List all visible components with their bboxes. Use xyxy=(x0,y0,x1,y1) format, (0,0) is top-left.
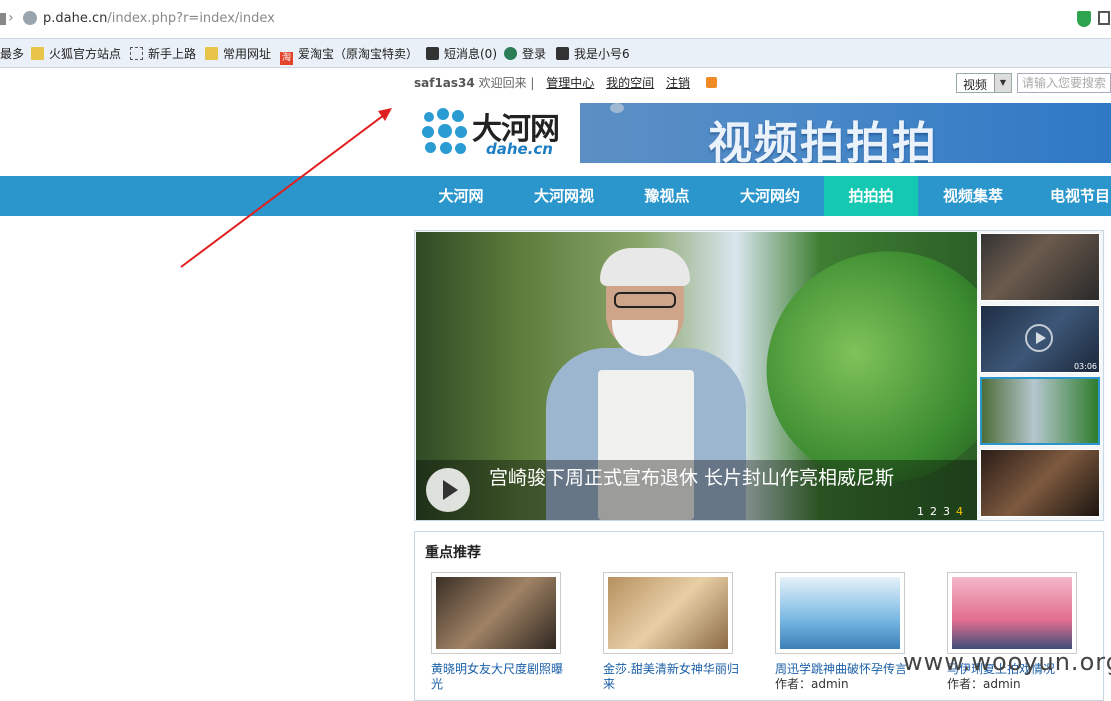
card-thumbnail[interactable] xyxy=(947,572,1077,654)
browser-address-bar: › p.dahe.cn/index.php?r=index/index xyxy=(0,0,1111,39)
chevron-right-icon: › xyxy=(8,10,14,26)
recommend-card[interactable]: 黄晓明女友大尺度剧照曝光 xyxy=(431,572,571,692)
banner-title: 视频拍拍拍 xyxy=(708,118,938,163)
section-title: 重点推荐 xyxy=(425,545,481,561)
user-icon xyxy=(556,47,569,60)
nav-item-dahe-date[interactable]: 大河网约 xyxy=(728,176,812,216)
user-bar: saf1as34 欢迎回来 | 管理中心 我的空间 注销 xyxy=(414,74,717,91)
page-2[interactable]: 2 xyxy=(930,505,943,518)
card-title[interactable]: 黄晓明女友大尺度剧照曝光 xyxy=(431,662,571,692)
bookmark-new-user[interactable]: 新手上路 xyxy=(130,45,196,61)
bookmark-alt-account[interactable]: 我是小号6 xyxy=(556,45,630,61)
play-icon[interactable] xyxy=(426,468,470,512)
nav-item-dahe[interactable]: 大河网 xyxy=(424,176,498,216)
video-duration: 03:06 xyxy=(1073,362,1097,371)
mail-icon xyxy=(426,47,439,60)
page-1[interactable]: 1 xyxy=(917,505,930,518)
card-thumbnail[interactable] xyxy=(603,572,733,654)
card-author: 作者：admin xyxy=(775,677,849,691)
link-my-space[interactable]: 我的空间 xyxy=(606,76,654,90)
recommend-card[interactable]: 金莎.甜美清新女神华丽归来 xyxy=(603,572,743,692)
bookmark-firefox-site[interactable]: 火狐官方站点 xyxy=(31,45,121,61)
welcome-text: 欢迎回来 | xyxy=(474,76,535,90)
card-thumbnail[interactable] xyxy=(775,572,905,654)
page-4[interactable]: 4 xyxy=(956,505,969,518)
slider-pager: 1234 xyxy=(917,505,969,518)
card-title[interactable]: 金莎.甜美清新女神华丽归来 xyxy=(603,662,743,692)
search-category-select[interactable]: 视频 ▼ xyxy=(956,73,1012,93)
dotted-folder-icon xyxy=(130,47,143,60)
video-slider: 宫崎骏下周正式宣布退休 长片封山作亮相威尼斯 1234 03:06 xyxy=(414,230,1104,521)
folder-icon xyxy=(31,47,44,60)
folder-icon xyxy=(205,47,218,60)
bookmark-common-sites[interactable]: 常用网址 xyxy=(205,45,271,61)
qr-code-icon[interactable] xyxy=(1098,11,1110,25)
shield-icon[interactable] xyxy=(1077,11,1091,27)
main-nav: 大河网 大河网视 豫视点 大河网约 拍拍拍 视频集萃 电视节目 xyxy=(0,176,1111,216)
thumbnail-2[interactable]: 03:06 xyxy=(980,305,1100,373)
link-admin-center[interactable]: 管理中心 xyxy=(546,76,594,90)
link-logout[interactable]: 注销 xyxy=(666,76,690,90)
logo-mark-icon xyxy=(422,106,470,156)
tab-edge xyxy=(0,13,6,25)
bookmark-login[interactable]: 登录 xyxy=(504,45,546,61)
nav-item-yu-view[interactable]: 豫视点 xyxy=(630,176,704,216)
page-3[interactable]: 3 xyxy=(943,505,956,518)
card-thumbnail[interactable] xyxy=(431,572,561,654)
nav-item-video-collection[interactable]: 视频集萃 xyxy=(930,176,1016,216)
card-title[interactable]: 周迅学跳神曲破怀孕传言 xyxy=(775,662,915,677)
url-field[interactable]: p.dahe.cn/index.php?r=index/index xyxy=(43,11,275,26)
thumbnail-4[interactable] xyxy=(980,449,1100,517)
bookmark-messages[interactable]: 短消息(0) xyxy=(426,45,497,61)
thumbnail-1[interactable] xyxy=(980,233,1100,301)
watermark: www.wooyun.org xyxy=(903,648,1111,676)
login-icon xyxy=(504,47,517,60)
search-input[interactable] xyxy=(1017,73,1111,93)
card-author: 作者：admin xyxy=(947,677,1021,691)
featured-caption[interactable]: 宫崎骏下周正式宣布退休 长片封山作亮相威尼斯 xyxy=(489,463,894,490)
play-icon xyxy=(1025,324,1053,352)
nav-item-paipaipai[interactable]: 拍拍拍 xyxy=(824,176,918,216)
globe-icon xyxy=(23,11,37,25)
chevron-down-icon: ▼ xyxy=(994,74,1011,92)
username: saf1as34 xyxy=(414,76,475,90)
bookmarks-bar: 最多 火狐官方站点 新手上路 常用网址 淘爱淘宝（原淘宝特卖） 短消息(0) 登… xyxy=(0,39,1111,68)
nav-item-tv-programs[interactable]: 电视节目 xyxy=(1040,176,1111,216)
logo-english-text: dahe.cn xyxy=(486,140,553,158)
site-logo[interactable]: 大河网 dahe.cn xyxy=(420,104,570,160)
featured-video[interactable]: 宫崎骏下周正式宣布退休 长片封山作亮相威尼斯 1234 xyxy=(416,232,977,520)
rss-icon[interactable] xyxy=(705,77,717,88)
recommend-card[interactable]: 周迅学跳神曲破怀孕传言 作者：admin xyxy=(775,572,915,691)
thumbnail-3[interactable] xyxy=(980,377,1100,445)
banner-spinner-icon xyxy=(610,103,624,113)
bookmark-taobao[interactable]: 淘爱淘宝（原淘宝特卖） xyxy=(280,45,418,65)
header-banner[interactable]: 视频拍拍拍 xyxy=(580,103,1111,163)
taobao-icon: 淘 xyxy=(280,52,293,65)
bookmark-most[interactable]: 最多 xyxy=(0,45,24,61)
nav-item-dahe-tv[interactable]: 大河网视 xyxy=(522,176,606,216)
